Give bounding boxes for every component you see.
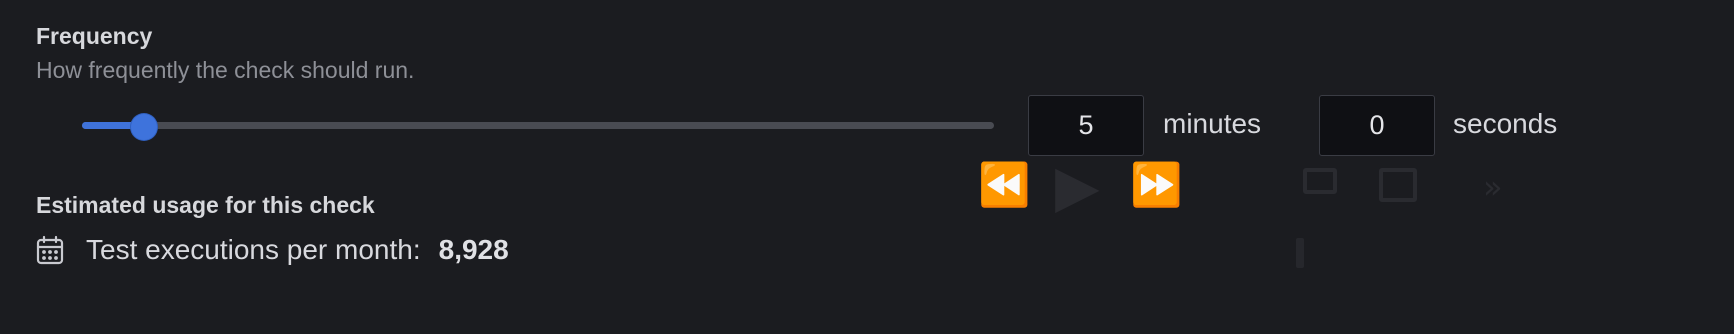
rewind-icon: ⏪ [978, 160, 1031, 209]
picture-in-picture-icon [1379, 168, 1417, 202]
progress-marker [1296, 238, 1304, 268]
minutes-input[interactable] [1028, 95, 1144, 156]
frequency-slider[interactable] [82, 114, 994, 140]
frequency-title: Frequency [36, 23, 153, 49]
skip-icon: » [1483, 168, 1503, 206]
frequency-description: How frequently the check should run. [36, 57, 415, 83]
play-icon: ▶ [1055, 152, 1100, 220]
usage-title: Estimated usage for this check [36, 192, 375, 218]
slider-thumb[interactable] [131, 114, 158, 140]
usage-label: Test executions per month: [86, 234, 421, 265]
cast-icon [1303, 168, 1337, 194]
calendar-icon [36, 234, 66, 266]
minutes-label: minutes [1163, 108, 1262, 139]
usage-value: 8,928 [438, 234, 509, 265]
usage-row: Test executions per month: 8,928 [36, 232, 509, 268]
seconds-input[interactable] [1319, 95, 1435, 156]
fast-forward-icon: ⏩ [1130, 160, 1183, 209]
seconds-label: seconds [1453, 108, 1558, 139]
slider-track[interactable] [82, 122, 994, 129]
